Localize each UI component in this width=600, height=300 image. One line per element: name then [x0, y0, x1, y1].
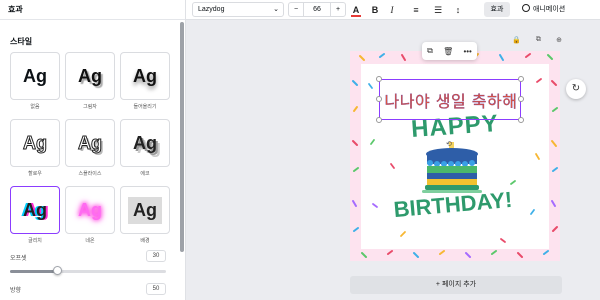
duplicate-page-icon[interactable]: ⧉	[536, 36, 541, 46]
font-dropdown[interactable]: Lazydog ⌄	[192, 2, 284, 17]
effects-panel: 효과 스타일 Ag 없음 Ag 그림자 Ag 들어올리기 Ag 할로우 Ag 스플라이스 Ag 에코 A…	[0, 0, 186, 300]
offset-value-input[interactable]: 30	[146, 250, 166, 262]
style-tile-5[interactable]: Ag 에코	[120, 119, 170, 182]
align-icon[interactable]: ≡	[410, 3, 422, 17]
style-label: 없음	[30, 104, 40, 110]
trash-icon[interactable]: 🗑	[443, 47, 453, 56]
bold-button[interactable]: B	[369, 3, 381, 17]
style-tile-6[interactable]: Ag 글리치	[10, 186, 60, 249]
style-label: 네온	[85, 238, 95, 244]
lock-icon[interactable]: 🔒	[512, 36, 521, 46]
add-page-button[interactable]: + 페이지 추가	[350, 276, 562, 294]
style-label: 배경	[140, 238, 150, 244]
increase-font-size-button[interactable]: +	[331, 3, 345, 16]
text-toolbar: Lazydog ⌄ − 66 + A B I ≡ ☰ ↕ 효과 애니메이션	[186, 0, 600, 20]
style-label: 글리치	[28, 238, 42, 244]
style-label: 할로우	[28, 171, 42, 177]
style-preview[interactable]: Ag	[120, 186, 170, 234]
style-preview[interactable]: Ag	[120, 52, 170, 100]
resize-handle-left[interactable]	[376, 96, 382, 102]
resize-handle-top-right[interactable]	[518, 76, 524, 82]
animate-label: 애니메이션	[533, 6, 566, 13]
style-label: 에코	[140, 171, 150, 177]
style-preview[interactable]: Ag	[120, 119, 170, 167]
rotate-refresh-icon[interactable]: ↻	[566, 79, 586, 99]
resize-handle-right[interactable]	[518, 96, 524, 102]
style-tile-3[interactable]: Ag 할로우	[10, 119, 60, 182]
style-label: 들어올리기	[133, 104, 157, 110]
style-grid: Ag 없음 Ag 그림자 Ag 들어올리기 Ag 할로우 Ag 스플라이스 Ag 에코 Ag 글리치 Ag 네…	[10, 52, 170, 249]
offset-slider-fill	[10, 270, 57, 273]
resize-handle-bottom-left[interactable]	[376, 117, 382, 123]
style-preview[interactable]: Ag	[65, 52, 115, 100]
effects-button[interactable]: 효과	[484, 2, 510, 17]
selected-text-box[interactable]: 나나야 생일 축하해	[376, 76, 524, 123]
font-size-stepper: − 66 +	[288, 2, 346, 17]
style-section-title: 스타일	[10, 37, 33, 46]
spacing-icon[interactable]: ↕	[452, 3, 464, 17]
element-floating-toolbar: ⧉ 🗑 •••	[422, 42, 477, 60]
decrease-font-size-button[interactable]: −	[289, 3, 303, 16]
chevron-down-icon: ⌄	[273, 6, 279, 13]
style-label: 그림자	[83, 104, 97, 110]
font-size-input[interactable]: 66	[303, 3, 331, 16]
list-icon[interactable]: ☰	[432, 3, 444, 17]
page-controls: 🔒 ⧉ ⊕	[512, 36, 562, 46]
text-color-button[interactable]: A	[350, 3, 362, 17]
more-options-icon[interactable]: •••	[463, 47, 471, 56]
style-label: 스플라이스	[78, 171, 102, 177]
style-tile-1[interactable]: Ag 그림자	[65, 52, 115, 115]
style-preview[interactable]: Ag	[10, 52, 60, 100]
style-preview[interactable]: Ag	[10, 186, 60, 234]
resize-handle-bottom-right[interactable]	[518, 117, 524, 123]
direction-row: 방향 50	[10, 283, 166, 298]
birthday-cake-illustration[interactable]	[420, 142, 492, 196]
style-preview[interactable]: Ag	[10, 119, 60, 167]
offset-label: 오프셋	[10, 256, 27, 262]
animate-icon	[522, 4, 530, 12]
italic-button[interactable]: I	[386, 3, 398, 17]
panel-title: 효과	[0, 0, 185, 20]
color-swatch-bar	[351, 15, 361, 17]
style-tile-8[interactable]: Ag 배경	[120, 186, 170, 249]
direction-label: 방향	[10, 288, 22, 294]
style-sample: Ag	[128, 196, 162, 224]
add-page-icon[interactable]: ⊕	[556, 36, 562, 46]
panel-scrollbar[interactable]	[180, 22, 184, 252]
style-tile-7[interactable]: Ag 네온	[65, 186, 115, 249]
resize-handle-top-left[interactable]	[376, 76, 382, 82]
style-tile-0[interactable]: Ag 없음	[10, 52, 60, 115]
offset-slider-track[interactable]	[10, 266, 166, 275]
duplicate-icon[interactable]: ⧉	[427, 46, 433, 56]
offset-slider-row: 오프셋 30	[10, 250, 166, 275]
rotate-handle-icon[interactable]: ⟲	[446, 140, 452, 148]
offset-slider-knob[interactable]	[52, 266, 62, 275]
style-preview[interactable]: Ag	[65, 186, 115, 234]
text-color-icon: A	[352, 5, 360, 15]
font-name: Lazydog	[198, 6, 225, 13]
headline-text[interactable]: 나나야 생일 축하해	[380, 88, 522, 112]
style-preview[interactable]: Ag	[65, 119, 115, 167]
animate-button[interactable]: 애니메이션	[522, 2, 584, 17]
style-tile-2[interactable]: Ag 들어올리기	[120, 52, 170, 115]
style-tile-4[interactable]: Ag 스플라이스	[65, 119, 115, 182]
direction-value-input[interactable]: 50	[146, 283, 166, 295]
